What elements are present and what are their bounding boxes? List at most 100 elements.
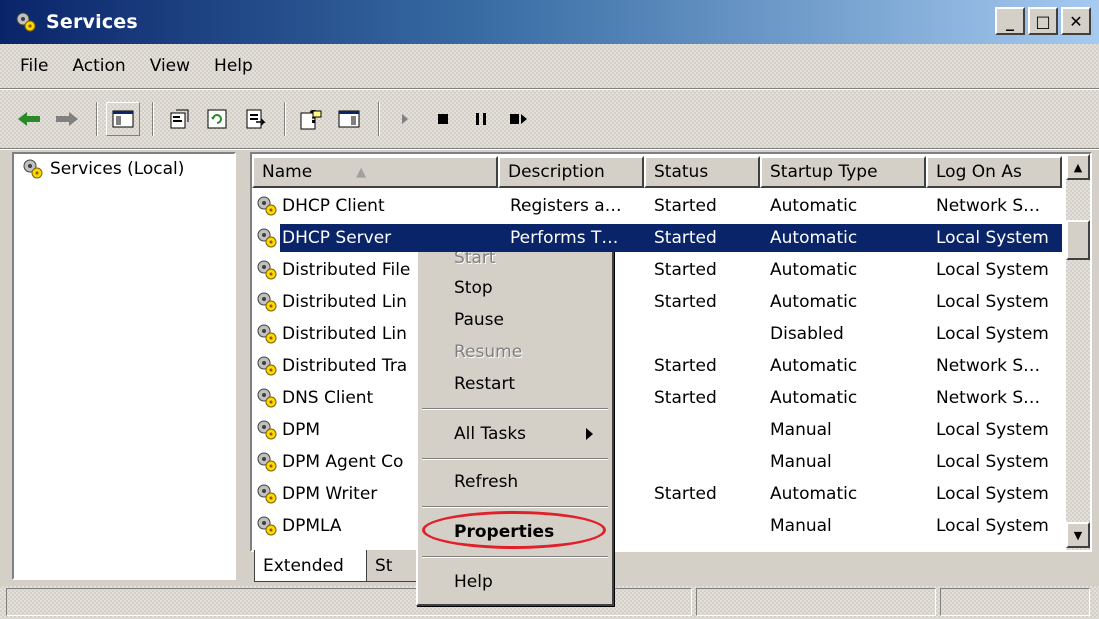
service-logon-cell: Local System	[936, 420, 1066, 440]
service-startup-cell: Manual	[770, 420, 930, 440]
close-button[interactable]: ✕	[1061, 7, 1091, 35]
menu-item-all-tasks[interactable]: All Tasks	[454, 420, 526, 448]
submenu-arrow-icon	[586, 428, 593, 440]
service-name: DPM	[282, 420, 321, 440]
list-header: Name ▲ Description Status Startup Type Lo…	[252, 156, 1062, 188]
restart-service-icon	[510, 114, 527, 124]
service-gear-icon	[257, 260, 277, 280]
service-status-cell: Started	[654, 228, 764, 248]
menu-separator	[422, 556, 608, 558]
service-name: DPM Writer	[282, 484, 378, 504]
scroll-up-button[interactable]: ▲	[1066, 154, 1090, 180]
service-gear-icon	[257, 292, 277, 312]
service-status-cell: Started	[654, 484, 764, 504]
menu-file[interactable]: File	[8, 56, 60, 76]
menu-item-resume[interactable]: Resume	[454, 338, 522, 366]
column-header-startup-type[interactable]: Startup Type	[760, 156, 926, 188]
console-tree-icon	[338, 110, 360, 128]
service-logon: Network S…	[936, 388, 1041, 408]
status-pane	[696, 588, 936, 616]
arrow-up-icon: ▲	[1073, 160, 1083, 174]
service-startup-cell: Automatic	[770, 228, 930, 248]
pause-service-button[interactable]	[464, 102, 498, 136]
forward-button[interactable]	[50, 102, 84, 136]
menu-view[interactable]: View	[138, 56, 202, 76]
context-menu: Start Stop Pause Resume Restart All Task…	[416, 236, 614, 606]
service-status: Started	[654, 356, 717, 376]
table-row[interactable]: DPM Agent Co..ManualLocal System	[252, 446, 1060, 478]
start-service-button[interactable]	[388, 102, 422, 136]
tab-extended[interactable]: Extended	[254, 550, 368, 582]
scrollbar-thumb[interactable]	[1066, 220, 1090, 260]
menu-item-refresh[interactable]: Refresh	[454, 468, 518, 496]
menu-item-pause[interactable]: Pause	[454, 306, 504, 334]
service-description: Registers a…	[510, 196, 622, 216]
service-name-cell: DHCP Client	[256, 194, 502, 218]
menu-item-stop[interactable]: Stop	[454, 274, 493, 302]
sort-ascending-icon: ▲	[356, 164, 367, 180]
toolbar-separator	[284, 102, 286, 136]
table-row[interactable]: Distributed Lin..DisabledLocal System	[252, 318, 1060, 350]
show-hide-tree-button[interactable]	[106, 102, 140, 136]
export-list-button[interactable]	[238, 102, 272, 136]
service-status: Started	[654, 484, 717, 504]
refresh-icon	[207, 109, 227, 129]
service-gear-icon	[257, 484, 277, 504]
column-header-status[interactable]: Status	[644, 156, 760, 188]
service-status: Started	[654, 260, 717, 280]
service-startup-cell: Automatic	[770, 292, 930, 312]
properties-icon	[170, 109, 189, 129]
tree-item-services-local[interactable]: Services (Local)	[22, 158, 184, 180]
vertical-scrollbar[interactable]: ▲ ▼	[1066, 154, 1090, 550]
stop-service-button[interactable]	[426, 102, 460, 136]
scroll-down-button[interactable]: ▼	[1066, 522, 1090, 548]
service-startup-cell: Automatic	[770, 196, 930, 216]
service-startup-cell: Manual	[770, 516, 930, 536]
service-logon-cell: Local System	[936, 260, 1066, 280]
table-row[interactable]: DPM..ManualLocal System	[252, 414, 1060, 446]
table-row[interactable]: DNS Client..StartedAutomaticNetwork S…	[252, 382, 1060, 414]
menu-separator	[422, 458, 608, 460]
help-icon: ?	[300, 107, 322, 130]
service-status-cell: Started	[654, 356, 764, 376]
column-header-log-on-as[interactable]: Log On As	[926, 156, 1062, 188]
service-startup-cell: Disabled	[770, 324, 930, 344]
table-row[interactable]: DHCP Server Performs T… Started Automatic Lo…	[252, 222, 1062, 254]
column-header-description[interactable]: Description	[498, 156, 644, 188]
pause-service-icon	[476, 113, 486, 125]
service-logon-cell: Network S…	[936, 388, 1066, 408]
restart-service-button[interactable]	[502, 102, 536, 136]
table-row[interactable]: DPMLA..ManualLocal System	[252, 510, 1060, 542]
service-startup: Manual	[770, 516, 832, 536]
service-status: Started	[654, 228, 717, 248]
table-row[interactable]: DHCP Client Registers a… Started Automatic N…	[252, 190, 1060, 222]
menu-item-restart[interactable]: Restart	[454, 370, 515, 398]
console-tree-button[interactable]	[332, 102, 366, 136]
back-button[interactable]	[12, 102, 46, 136]
status-pane	[940, 588, 1090, 616]
table-row[interactable]: Distributed Tra..StartedAutomaticNetwork…	[252, 350, 1060, 382]
service-status: Started	[654, 388, 717, 408]
column-header-name[interactable]: Name ▲	[252, 156, 498, 188]
properties-button[interactable]	[162, 102, 196, 136]
table-row[interactable]: Distributed File…StartedAutomaticLocal S…	[252, 254, 1060, 286]
maximize-button[interactable]: □	[1028, 7, 1058, 35]
toolbar-separator	[378, 102, 380, 136]
toolbar-separator	[96, 102, 98, 136]
service-logon: Local System	[936, 484, 1049, 504]
services-gear-icon	[14, 10, 38, 34]
help-button[interactable]: ?	[294, 102, 328, 136]
table-row[interactable]: DPM Writer..StartedAutomaticLocal System	[252, 478, 1060, 510]
service-name: Distributed File	[282, 260, 411, 280]
services-list: Name ▲ Description Status Startup Type Lo…	[250, 152, 1092, 552]
minimize-button[interactable]: _	[995, 7, 1025, 35]
scrollbar-track[interactable]	[1066, 154, 1090, 550]
service-logon-cell: Local System	[936, 292, 1066, 312]
menu-action[interactable]: Action	[60, 56, 137, 76]
refresh-button[interactable]	[200, 102, 234, 136]
menu-help[interactable]: Help	[202, 56, 265, 76]
menu-item-help[interactable]: Help	[454, 568, 493, 596]
service-name: Distributed Lin	[282, 324, 407, 344]
table-row[interactable]: Distributed Lin.StartedAutomaticLocal Sy…	[252, 286, 1060, 318]
start-service-icon	[402, 114, 408, 124]
